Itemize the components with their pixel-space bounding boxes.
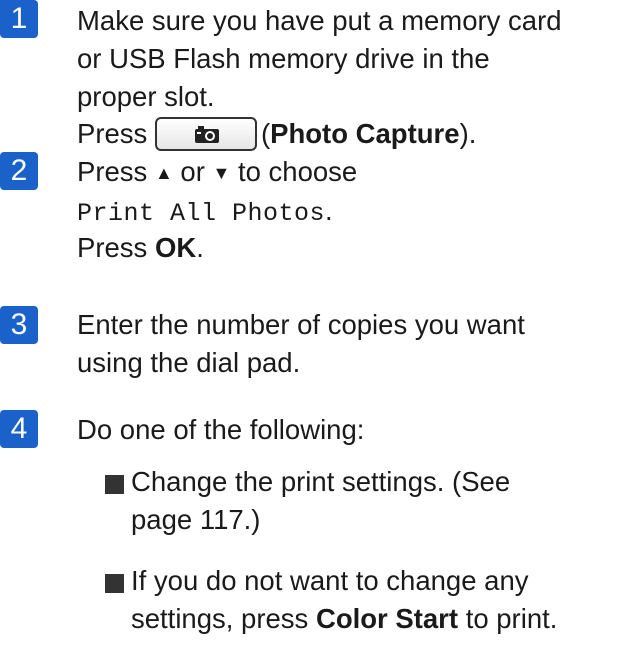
menu-item-print-all-photos: Print All Photos: [77, 199, 326, 228]
bullet-2-line-1: If you do not want to change any: [131, 565, 529, 596]
step-2-ok-line: Press OK.: [77, 230, 204, 266]
step-number-4: 4: [0, 410, 38, 448]
color-start-key-label: Color Start: [315, 603, 459, 634]
press-label: Press: [77, 156, 148, 187]
step-1-line-3: proper slot.: [77, 81, 215, 112]
step-number-1: 1: [0, 0, 38, 38]
bullet-1-line-1: Change the print settings. (See: [131, 466, 511, 497]
bullet-2-line-2: settings, press Color Start to print.: [131, 601, 557, 637]
step-4-intro: Do one of the following:: [77, 414, 365, 445]
step-1-press-line: Press (Photo Capture).: [77, 116, 476, 155]
photo-capture-close: ).: [459, 118, 477, 149]
ok-period: .: [196, 232, 204, 263]
bullet-square-icon: [105, 574, 124, 593]
step-3-line-1: Enter the number of copies you want: [77, 309, 525, 340]
press-label: Press: [77, 232, 148, 263]
photo-capture-label: Photo Capture: [270, 118, 460, 149]
photo-capture-open: (: [260, 118, 271, 149]
step-1-line-2: or USB Flash memory drive in the: [77, 43, 490, 74]
bullet-1-line-2: page 117.): [131, 504, 261, 535]
camera-icon: [194, 125, 219, 143]
or-label: or: [180, 156, 205, 187]
step-3-line-2: using the dial pad.: [77, 347, 301, 378]
bullet-square-icon: [105, 475, 124, 494]
to-print-label: to print.: [465, 603, 558, 634]
step-2-menu-line: Print All Photos.: [77, 193, 333, 232]
step-number-3: 3: [0, 306, 38, 344]
down-arrow-icon: ▼: [212, 163, 231, 183]
up-arrow-icon: ▲: [154, 163, 173, 183]
to-choose-label: to choose: [237, 156, 358, 187]
press-label: Press: [77, 118, 148, 149]
ok-key-label: OK: [154, 232, 197, 263]
step-1-line-1: Make sure you have put a memory card: [77, 5, 562, 36]
step-number-2: 2: [0, 152, 38, 190]
settings-press-label: settings, press: [131, 603, 309, 634]
photo-capture-button[interactable]: [154, 116, 257, 151]
step-2-choose-line: Press ▲ or ▼ to choose: [77, 154, 357, 191]
menu-item-period: .: [325, 195, 333, 226]
